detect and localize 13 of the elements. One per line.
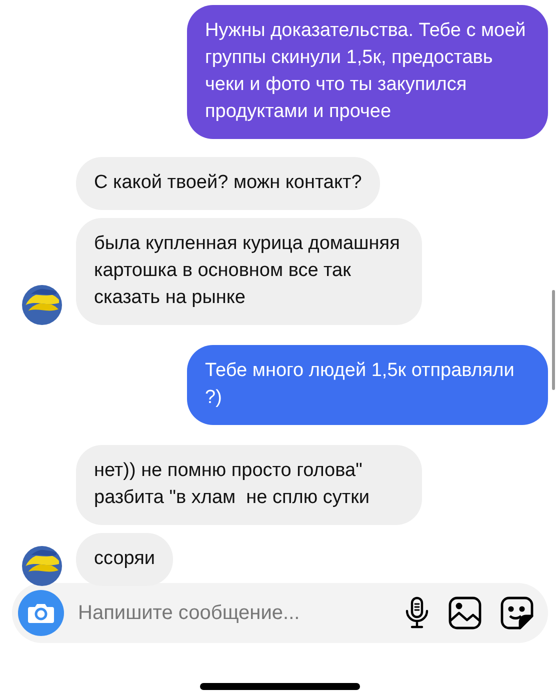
message-bubble: Тебе много людей 1,5к отправляли ?) xyxy=(187,345,548,425)
sticker-icon[interactable] xyxy=(500,596,534,630)
message-bubble: была купленная курица домашняя картошка в основном все так сказать на рынке xyxy=(76,218,422,325)
message-input[interactable]: Напишите сообщение... xyxy=(76,597,386,629)
message-bubble: С какой твоей? можн контакт? xyxy=(76,157,380,210)
message-bubble: ссоряи xyxy=(76,533,174,586)
message-bubble: Нужны доказательства. Тебе с моей группы скинули 1,5к, предоставь чеки и фото что ты закупился продуктами и прочее xyxy=(187,5,548,139)
camera-icon xyxy=(27,601,55,625)
gallery-icon[interactable] xyxy=(448,596,482,630)
microphone-icon[interactable] xyxy=(404,596,430,630)
message-bar[interactable]: Напишите сообщение... xyxy=(12,583,548,643)
camera-button[interactable] xyxy=(18,590,64,636)
message-bubble: нет)) не помню просто голова" разбита "в хлам не сплю сутки xyxy=(76,445,422,525)
